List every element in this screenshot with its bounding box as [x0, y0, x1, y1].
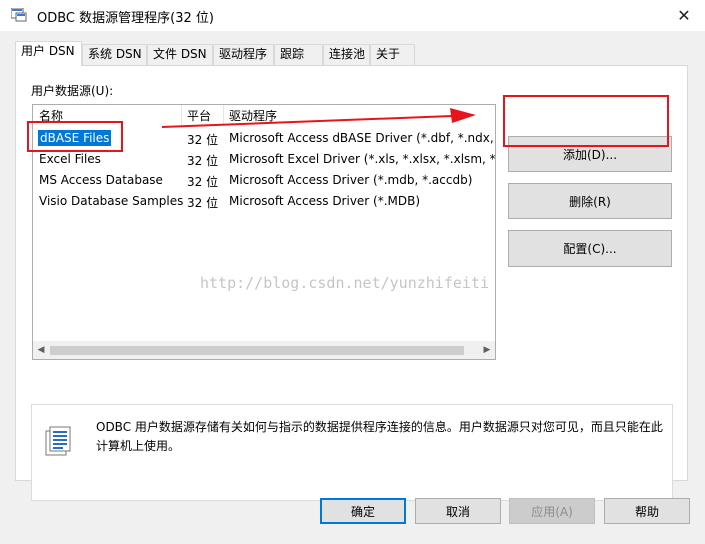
scrollbar-thumb[interactable] — [50, 346, 464, 355]
list-header: 名称 平台 驱动程序 — [33, 105, 495, 125]
title-bar: ODBC 数据源管理程序(32 位) ✕ — [0, 0, 705, 31]
help-button[interactable]: 帮助 — [604, 498, 690, 524]
info-description: ODBC 用户数据源存储有关如何与指示的数据提供程序连接的信息。用户数据源只对您… — [96, 420, 663, 453]
tab-user-dsn[interactable]: 用户 DSN — [15, 41, 82, 66]
tab-drivers[interactable]: 驱动程序 — [213, 44, 274, 65]
column-divider[interactable] — [181, 105, 182, 125]
tab-file-dsn[interactable]: 文件 DSN — [147, 44, 213, 65]
configure-button[interactable]: 配置(C)... — [508, 230, 672, 267]
row-platform: 32 位 — [187, 175, 219, 189]
list-row[interactable]: Visio Database Samples 32 位 Microsoft Ac… — [33, 192, 495, 213]
cancel-button[interactable]: 取消 — [415, 498, 501, 524]
scroll-right-icon[interactable]: ▶ — [481, 344, 493, 356]
row-name: Visio Database Samples — [39, 194, 184, 208]
user-dsn-list[interactable]: 名称 平台 驱动程序 dBASE Files 32 位 Microsoft Ac… — [32, 104, 496, 360]
tab-tracing[interactable]: 跟踪 — [274, 44, 323, 65]
column-header-driver[interactable]: 驱动程序 — [229, 107, 277, 124]
window-title: ODBC 数据源管理程序(32 位) — [37, 11, 214, 26]
data-source-icon — [42, 425, 74, 457]
row-platform: 32 位 — [187, 196, 219, 210]
row-driver: Microsoft Access dBASE Driver (*.dbf, *.… — [229, 131, 496, 145]
row-name: dBASE Files — [38, 130, 112, 146]
user-data-sources-label: 用户数据源(U): — [31, 84, 114, 98]
row-driver: Microsoft Excel Driver (*.xls, *.xlsx, *… — [229, 152, 496, 166]
tab-system-dsn[interactable]: 系统 DSN — [82, 44, 147, 65]
list-row[interactable]: MS Access Database 32 位 Microsoft Access… — [33, 171, 495, 192]
list-row[interactable]: Excel Files 32 位 Microsoft Excel Driver … — [33, 150, 495, 171]
remove-button[interactable]: 删除(R) — [508, 183, 672, 219]
tab-connection-pooling[interactable]: 连接池 — [323, 44, 370, 65]
row-platform: 32 位 — [187, 133, 219, 147]
list-row[interactable]: dBASE Files 32 位 Microsoft Access dBASE … — [33, 129, 495, 150]
ok-button[interactable]: 确定 — [320, 498, 406, 524]
scroll-left-icon[interactable]: ◀ — [35, 344, 47, 356]
dialog-client-area: 用户 DSN 系统 DSN 文件 DSN 驱动程序 跟踪 连接池 关于 用户数据… — [0, 31, 705, 544]
row-platform: 32 位 — [187, 154, 219, 168]
column-header-name[interactable]: 名称 — [39, 107, 63, 124]
column-divider[interactable] — [223, 105, 224, 125]
row-name: MS Access Database — [39, 173, 163, 187]
apply-button[interactable]: 应用(A) — [509, 498, 595, 524]
tab-about[interactable]: 关于 — [370, 44, 415, 65]
column-header-platform[interactable]: 平台 — [187, 107, 211, 124]
row-name: Excel Files — [39, 152, 101, 166]
add-button[interactable]: 添加(D)... — [508, 136, 672, 172]
row-driver: Microsoft Access Driver (*.MDB) — [229, 194, 421, 208]
close-icon[interactable]: ✕ — [669, 2, 699, 29]
row-driver: Microsoft Access Driver (*.mdb, *.accdb) — [229, 173, 473, 187]
user-dsn-panel: 用户数据源(U): 名称 平台 驱动程序 dBASE Files 32 位 Mi… — [15, 65, 688, 501]
odbc-app-icon — [10, 7, 27, 22]
info-box: ODBC 用户数据源存储有关如何与指示的数据提供程序连接的信息。用户数据源只对您… — [31, 404, 673, 501]
horizontal-scrollbar[interactable]: ◀ ▶ — [33, 341, 495, 359]
